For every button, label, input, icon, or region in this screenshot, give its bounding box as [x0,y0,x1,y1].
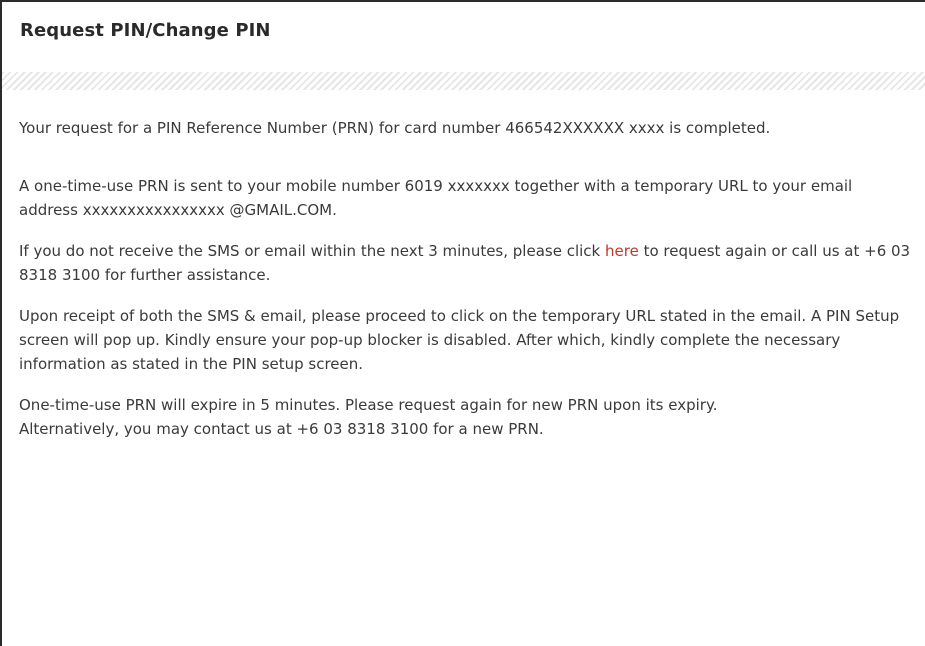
title-bar: Request PIN/Change PIN [2,2,925,72]
expiry-line-2: Alternatively, you may contact us at +6 … [19,420,544,438]
prn-sent-message: A one-time-use PRN is sent to your mobil… [19,177,853,219]
pin-request-panel: Request PIN/Change PIN Your request for … [0,0,925,646]
expiry-notice: One-time-use PRN will expire in 5 minute… [19,393,915,441]
resend-here-link[interactable]: here [605,242,639,260]
resend-instructions: If you do not receive the SMS or email w… [19,239,915,287]
page-title: Request PIN/Change PIN [20,20,271,41]
expiry-line-1: One-time-use PRN will expire in 5 minute… [19,396,718,414]
message-content: Your request for a PIN Reference Number … [2,90,925,441]
setup-instructions: Upon receipt of both the SMS & email, pl… [19,307,900,373]
hatched-divider [2,72,925,90]
resend-text-before: If you do not receive the SMS or email w… [19,242,605,260]
completion-message: Your request for a PIN Reference Number … [19,119,771,137]
